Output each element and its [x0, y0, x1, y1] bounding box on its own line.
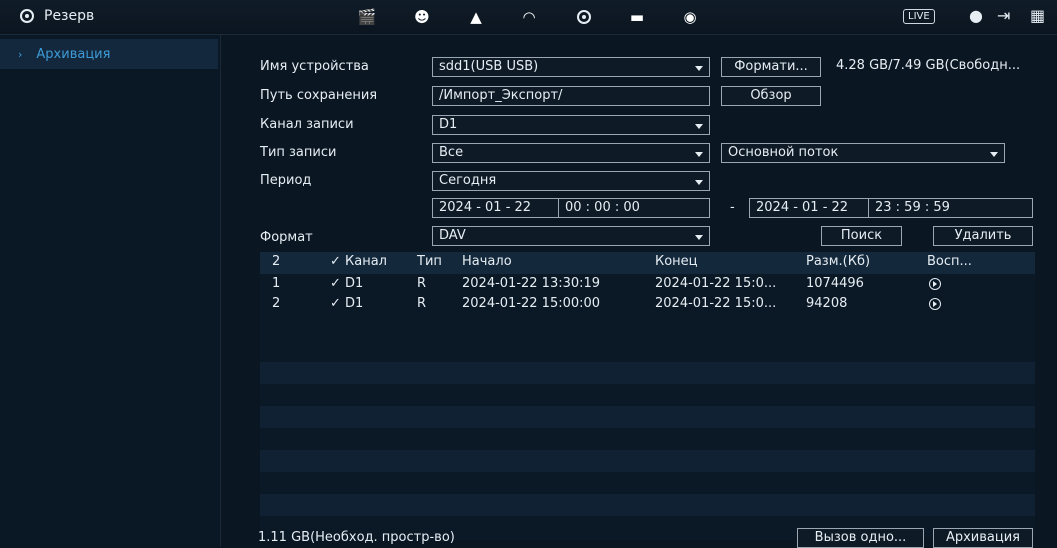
record-type-label: Тип записи — [260, 145, 337, 160]
play-icon[interactable] — [929, 278, 941, 290]
row-channel[interactable]: ✓ D1 — [330, 276, 363, 291]
row-num: 2 — [272, 296, 281, 311]
row-start: 2024-01-22 13:30:19 — [462, 276, 601, 291]
row-size: 94208 — [806, 296, 848, 311]
header-channel[interactable]: ✓ Канал — [330, 254, 387, 269]
table-header: 2 ✓ Канал Тип Начало Конец Разм.(Кб) Вос… — [260, 252, 1035, 272]
channel-select[interactable]: D1 — [432, 115, 710, 135]
end-time-field[interactable]: 23 : 59 : 59 — [869, 198, 1033, 218]
table-row[interactable]: 2 ✓ D1 R 2024-01-22 15:00:00 2024-01-22 … — [260, 294, 1035, 314]
end-date-field[interactable]: 2024 - 01 - 22 — [749, 198, 869, 218]
table-stripe — [260, 406, 1035, 428]
archive-button[interactable]: Архивация — [933, 528, 1033, 548]
search-button[interactable]: Поиск — [821, 226, 902, 246]
call-one-button[interactable]: Вызов одно... — [797, 528, 924, 548]
logout-icon[interactable]: ⇥ — [997, 6, 1010, 25]
backup-nav-icon[interactable] — [574, 7, 594, 27]
record-type-select[interactable]: Все — [432, 143, 710, 163]
header-play: Восп... — [927, 254, 972, 269]
page-title: Резерв — [20, 8, 94, 24]
header-select-count[interactable]: 2 — [272, 254, 280, 269]
free-space-text: 4.28 GB/7.49 GB(Свободн... — [836, 58, 1021, 73]
period-select[interactable]: Сегодня — [432, 171, 710, 191]
header-size: Разм.(Кб) — [806, 254, 871, 269]
range-dash: - — [730, 200, 735, 215]
table-stripe — [260, 362, 1035, 384]
file-format-select[interactable]: DAV — [432, 226, 710, 246]
delete-button[interactable]: Удалить — [933, 226, 1033, 246]
required-space-text: 1.11 GB(Необход. простр-во) — [258, 530, 455, 545]
row-size: 1074496 — [806, 276, 864, 291]
table-row[interactable]: 1 ✓ D1 R 2024-01-22 13:30:19 2024-01-22 … — [260, 274, 1035, 294]
live-button[interactable]: LIVE — [903, 9, 935, 24]
chevron-right-icon: › — [18, 47, 23, 61]
header-end: Конец — [655, 254, 698, 269]
sidebar-item-label: Архивация — [36, 46, 111, 62]
top-bar: Резерв 🎬 ☻ ▲ ◠ ▬ ◉ LIVE ● ⇥ ▦ — [0, 0, 1057, 35]
monitor-icon[interactable]: ▬ — [627, 7, 647, 27]
sidebar: › Архивация — [0, 35, 221, 547]
ptz-icon[interactable]: ◠ — [519, 7, 539, 27]
face-icon[interactable]: ☻ — [412, 7, 432, 27]
path-field[interactable]: /Импорт_Экспорт/ — [432, 86, 710, 106]
path-label: Путь сохранения — [260, 88, 378, 103]
results-table: 2 ✓ Канал Тип Начало Конец Разм.(Кб) Вос… — [260, 252, 1035, 540]
start-date-field[interactable]: 2024 - 01 - 22 — [432, 198, 559, 218]
row-end: 2024-01-22 15:0... — [655, 276, 777, 291]
user-icon[interactable]: ● — [969, 6, 983, 25]
channel-label: Канал записи — [260, 117, 354, 132]
browse-button[interactable]: Обзор — [721, 86, 821, 106]
format-label: Формат — [260, 230, 313, 245]
main-panel: Имя устройства sdd1(USB USB) Формати... … — [221, 35, 1057, 548]
header-type: Тип — [417, 254, 442, 269]
qr-icon[interactable]: ▦ — [1030, 6, 1045, 25]
row-end: 2024-01-22 15:0... — [655, 296, 777, 311]
row-type: R — [417, 296, 427, 311]
period-label: Период — [260, 173, 312, 188]
device-label: Имя устройства — [260, 59, 369, 74]
table-stripe — [260, 450, 1035, 472]
play-icon[interactable] — [929, 298, 941, 310]
format-button[interactable]: Формати... — [721, 57, 821, 77]
row-start: 2024-01-22 15:00:00 — [462, 296, 601, 311]
row-channel[interactable]: ✓ D1 — [330, 296, 363, 311]
row-num: 1 — [272, 276, 281, 291]
clapperboard-icon[interactable]: 🎬 — [357, 7, 377, 27]
backup-icon — [20, 9, 34, 23]
stream-select[interactable]: Основной поток — [721, 143, 1005, 163]
device-select[interactable]: sdd1(USB USB) — [432, 57, 710, 77]
start-time-field[interactable]: 00 : 00 : 00 — [559, 198, 710, 218]
table-stripe — [260, 494, 1035, 516]
row-type: R — [417, 276, 427, 291]
page-title-label: Резерв — [44, 8, 95, 24]
header-start: Начало — [462, 254, 512, 269]
backup-nav-glyph-icon — [577, 10, 591, 24]
audio-icon[interactable]: ◉ — [680, 7, 700, 27]
alarm-icon[interactable]: ▲ — [466, 7, 486, 27]
sidebar-item-archive[interactable]: › Архивация — [0, 39, 218, 69]
